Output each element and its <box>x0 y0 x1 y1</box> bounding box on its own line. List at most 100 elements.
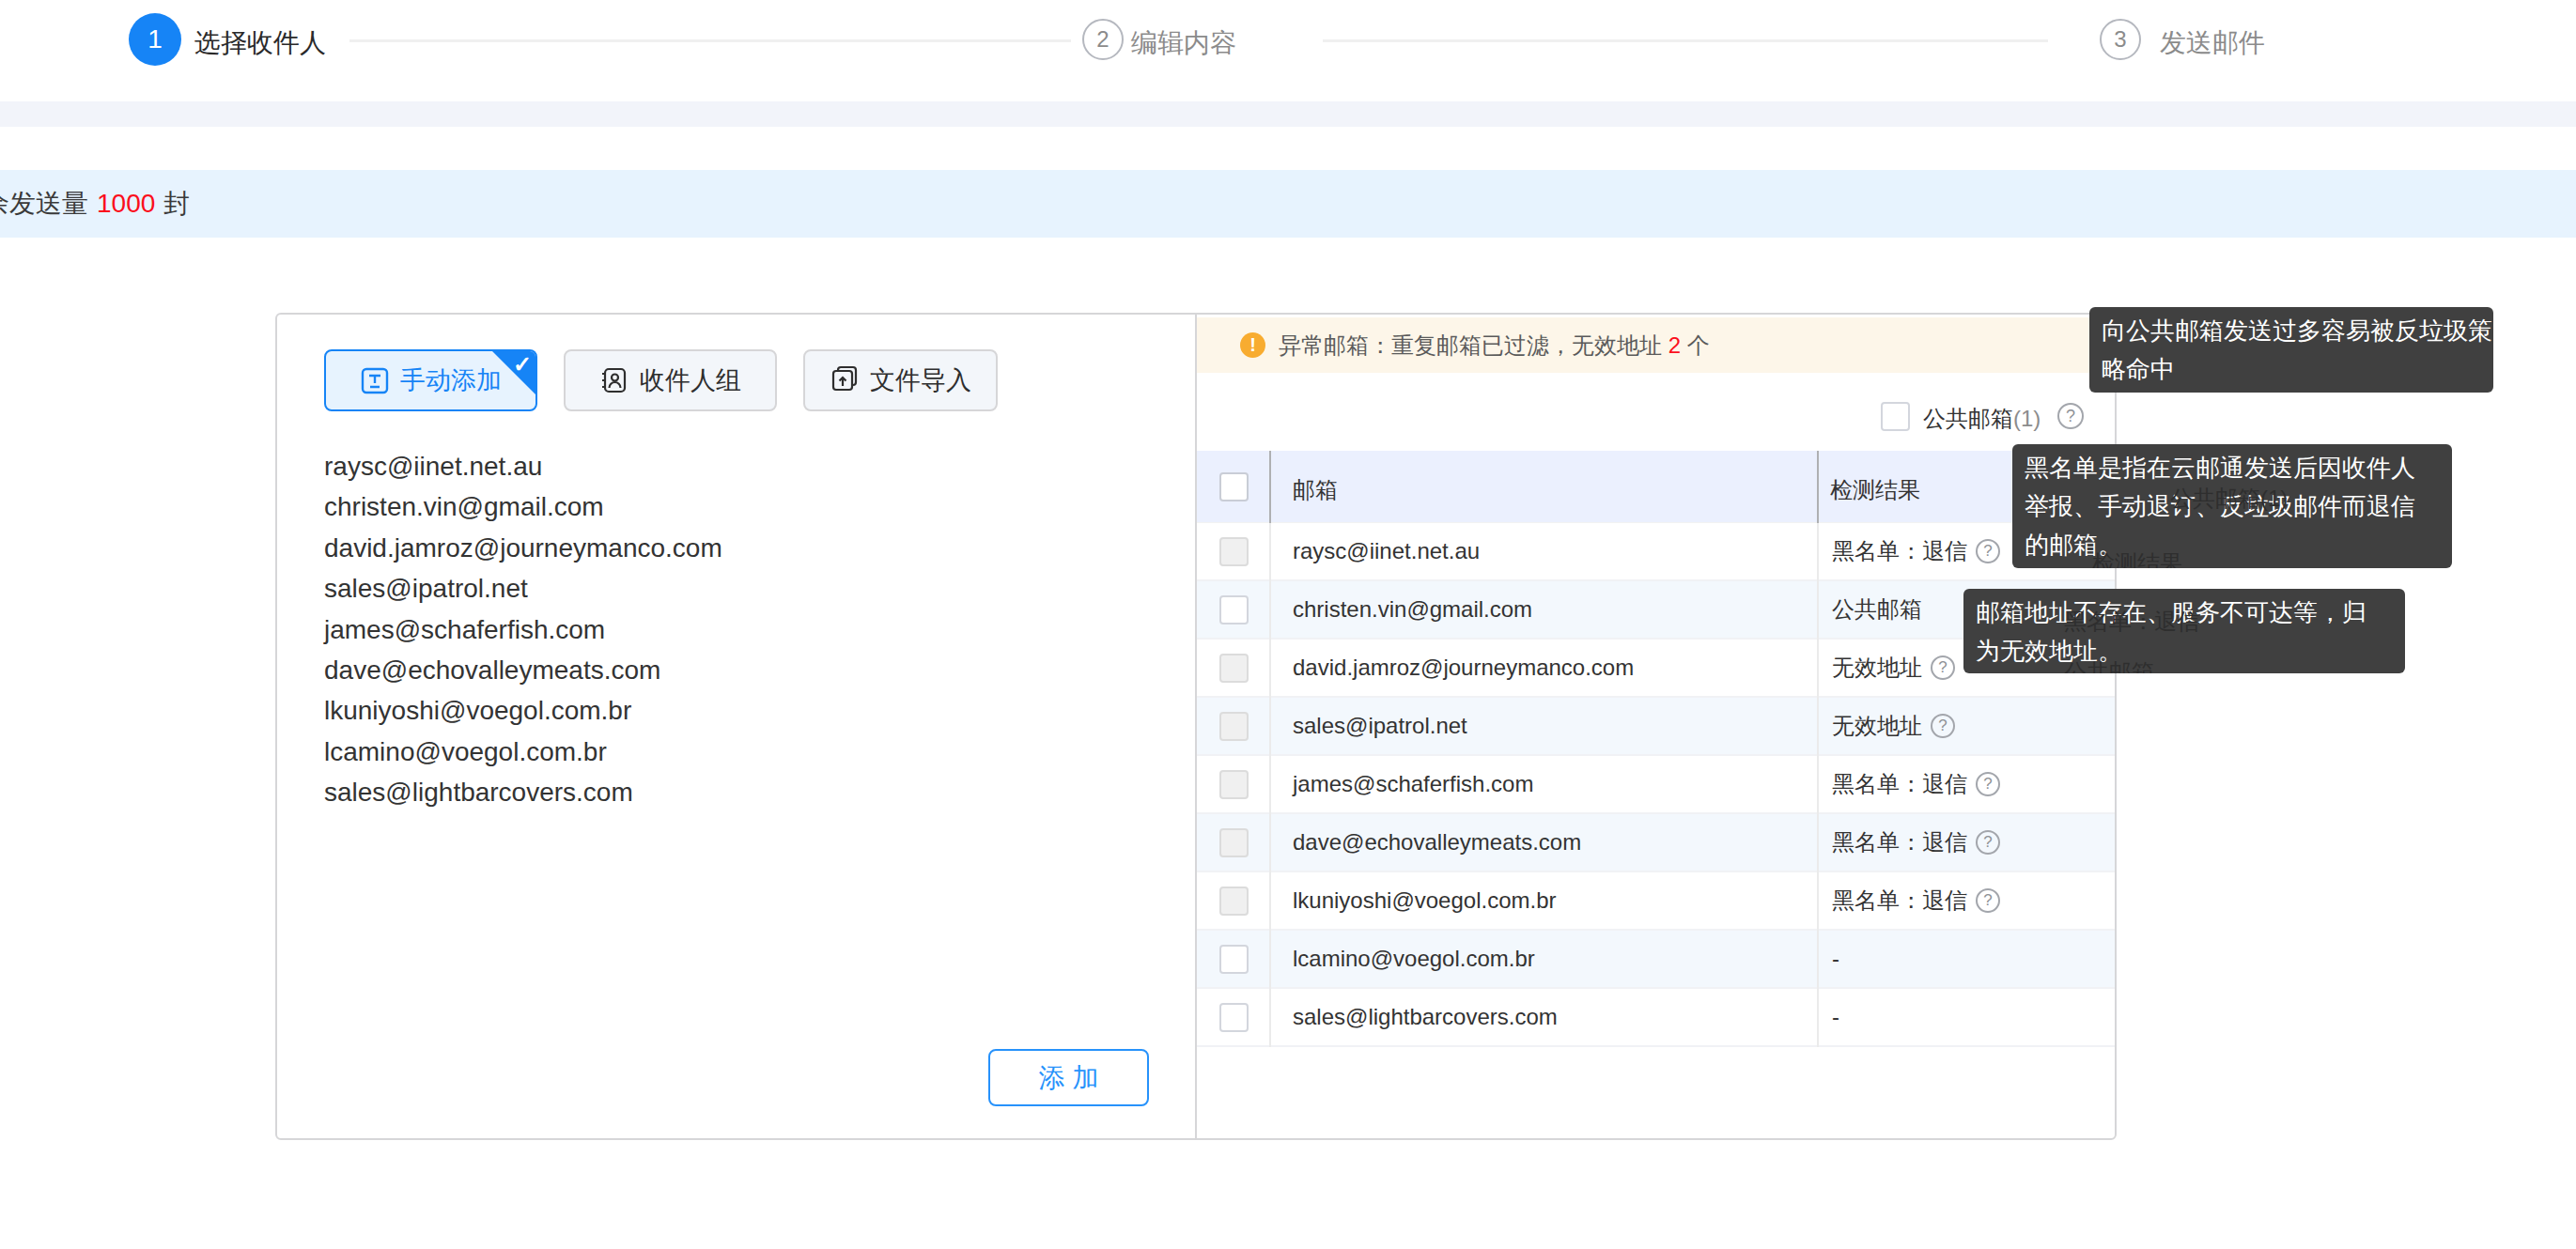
row-result-text: 无效地址 <box>1832 653 1922 683</box>
public-mailbox-help-icon[interactable]: ? <box>2057 403 2084 429</box>
table-row: lkuniyoshi@voegol.com.br 黑名单：退信? <box>1197 872 2115 931</box>
tab-file-import-label: 文件导入 <box>870 363 971 397</box>
quota-suffix: 封 <box>163 186 190 222</box>
row-result-text: - <box>1832 946 1839 972</box>
add-button[interactable]: 添 加 <box>988 1049 1149 1106</box>
tooltip-ghost-text: 检测结果 <box>2092 544 2182 568</box>
toolbar-strip <box>0 101 2576 127</box>
warning-invalid-count: 2 <box>1668 332 1681 358</box>
header-divider-2 <box>1817 451 1819 523</box>
row-email: dave@echovalleymeats.com <box>1293 829 1581 856</box>
table-row: raysc@iinet.net.au黑名单：退信? <box>1197 523 2115 581</box>
step-1-label: 选择收件人 <box>194 25 326 61</box>
table-row: sales@ipatrol.net 无效地址? <box>1197 698 2115 756</box>
email-list-item: sales@lightbarcovers.com <box>324 772 722 812</box>
tab-file-import[interactable]: 文件导入 <box>803 349 998 411</box>
result-help-icon[interactable]: ? <box>1976 830 2000 855</box>
result-help-icon[interactable]: ? <box>1976 539 2000 563</box>
step-2-indicator: 2 <box>1082 19 1124 60</box>
step-2-number: 2 <box>1096 26 1109 53</box>
email-list-item: lkuniyoshi@voegol.com.br <box>324 690 722 731</box>
tooltip-ghost-text: 公共邮箱 <box>2064 653 2154 673</box>
tooltip-public-line1: 向公共邮箱发送过多容易被反垃圾策 <box>2102 312 2484 350</box>
row-result: 无效地址? <box>1832 711 1955 741</box>
tab-recipient-groups-label: 收件人组 <box>640 363 741 397</box>
quota-prefix: 剩余发送量 <box>0 186 88 222</box>
tooltip-ghost-text: 黑名单：退信 <box>2064 602 2199 640</box>
row-checkbox <box>1219 770 1249 799</box>
table-row: james@schaferfish.com 黑名单：退信? <box>1197 756 2115 814</box>
row-checkbox <box>1219 712 1249 741</box>
public-mailbox-label-text: 公共邮箱 <box>1923 406 2013 431</box>
result-help-icon[interactable]: ? <box>1976 888 2000 913</box>
email-list-item: dave@echovalleymeats.com <box>324 650 722 690</box>
row-checkbox[interactable] <box>1219 1003 1249 1032</box>
active-tab-check-icon: ✓ <box>513 351 532 378</box>
row-result-text: 黑名单：退信 <box>1832 536 1967 566</box>
step-3-number: 3 <box>2114 26 2126 53</box>
row-checkbox <box>1219 887 1249 916</box>
row-email: david.jamroz@journeymanco.com <box>1293 655 1634 681</box>
step-connector-2 <box>1323 39 2048 42</box>
tooltip-blacklist: 黑名单是指在云邮通发送后因收件人 举报、手动退订、反垃圾邮件而退信 的邮箱。 公… <box>2012 444 2452 568</box>
row-email: sales@lightbarcovers.com <box>1293 1004 1558 1030</box>
row-result-text: 黑名单：退信 <box>1832 769 1967 799</box>
email-list-item: lcamino@voegol.com.br <box>324 732 722 772</box>
row-result: 公共邮箱 <box>1832 594 1922 624</box>
row-result-text: 公共邮箱 <box>1832 594 1922 624</box>
row-result-text: - <box>1832 1004 1839 1030</box>
tab-manual-add-label: 手动添加 <box>400 363 502 397</box>
text-add-icon <box>360 365 390 395</box>
email-list-item: raysc@iinet.net.au <box>324 446 722 486</box>
result-help-icon[interactable]: ? <box>1931 714 1955 738</box>
table-row: dave@echovalleymeats.com黑名单：退信? <box>1197 814 2115 872</box>
column-divider-2 <box>1817 523 1819 1047</box>
file-import-icon <box>830 365 860 395</box>
tab-manual-add[interactable]: 手动添加 ✓ <box>324 349 537 411</box>
warning-text: 异常邮箱：重复邮箱已过滤，无效地址 2 个 <box>1279 331 1710 361</box>
row-email: sales@ipatrol.net <box>1293 713 1467 739</box>
tooltip-invalid-address: 邮箱地址不存在、服务不可达等，归 为无效地址。 黑名单：退信 公共邮箱 <box>1963 589 2405 673</box>
email-input-list[interactable]: raysc@iinet.net.auchristen.vin@gmail.com… <box>324 446 722 813</box>
result-help-icon[interactable]: ? <box>1931 655 1955 680</box>
tab-recipient-groups[interactable]: 收件人组 <box>564 349 777 411</box>
tooltip-public-line2: 略命中 <box>2102 350 2484 389</box>
step-1-indicator: 1 <box>129 13 181 66</box>
row-result-text: 黑名单：退信 <box>1832 886 1967 916</box>
row-checkbox <box>1219 654 1249 683</box>
contacts-icon <box>599 365 629 395</box>
row-email: lkuniyoshi@voegol.com.br <box>1293 887 1557 914</box>
row-checkbox[interactable] <box>1219 945 1249 974</box>
email-list-item: sales@ipatrol.net <box>324 568 722 609</box>
row-email: james@schaferfish.com <box>1293 771 1533 797</box>
column-divider-1 <box>1269 523 1271 1047</box>
warning-text-suffix: 个 <box>1681 332 1710 358</box>
row-checkbox <box>1219 828 1249 857</box>
tooltip-public-mailbox: 向公共邮箱发送过多容易被反垃圾策 略命中 <box>2089 307 2493 393</box>
public-mailbox-checkbox[interactable] <box>1881 402 1910 431</box>
table-row: lcamino@voegol.com.br- <box>1197 931 2115 989</box>
row-result: 黑名单：退信? <box>1832 769 2000 799</box>
step-3-label: 发送邮件 <box>2160 25 2265 61</box>
row-checkbox[interactable] <box>1219 595 1249 624</box>
add-button-label: 添 加 <box>1039 1060 1099 1096</box>
row-result: 黑名单：退信? <box>1832 536 2000 566</box>
step-connector-1 <box>349 39 1071 42</box>
page: 1 选择收件人 2 编辑内容 3 发送邮件 剩余发送量1000封 手动添加 ✓ … <box>0 0 2576 1249</box>
email-list-item: james@schaferfish.com <box>324 609 722 650</box>
warning-text-main: 异常邮箱：重复邮箱已过滤，无效地址 <box>1279 332 1668 358</box>
row-result: - <box>1832 946 1839 972</box>
row-result: 黑名单：退信? <box>1832 886 2000 916</box>
tooltip-ghost-text: 公共邮箱(1) <box>2170 479 2288 517</box>
table-header-email: 邮箱 <box>1293 475 1338 505</box>
select-all-checkbox[interactable] <box>1219 472 1249 501</box>
step-1-number: 1 <box>147 24 163 54</box>
header-divider-1 <box>1269 451 1271 523</box>
row-email: christen.vin@gmail.com <box>1293 596 1532 623</box>
result-help-icon[interactable]: ? <box>1976 772 2000 796</box>
quota-value: 1000 <box>97 189 155 219</box>
quota-text: 剩余发送量 1000 封 <box>0 170 190 238</box>
abnormal-warning-banner: ! 异常邮箱：重复邮箱已过滤，无效地址 2 个 <box>1197 317 2115 373</box>
public-mailbox-count: (1) <box>2013 406 2041 431</box>
step-2-label: 编辑内容 <box>1131 25 1236 61</box>
